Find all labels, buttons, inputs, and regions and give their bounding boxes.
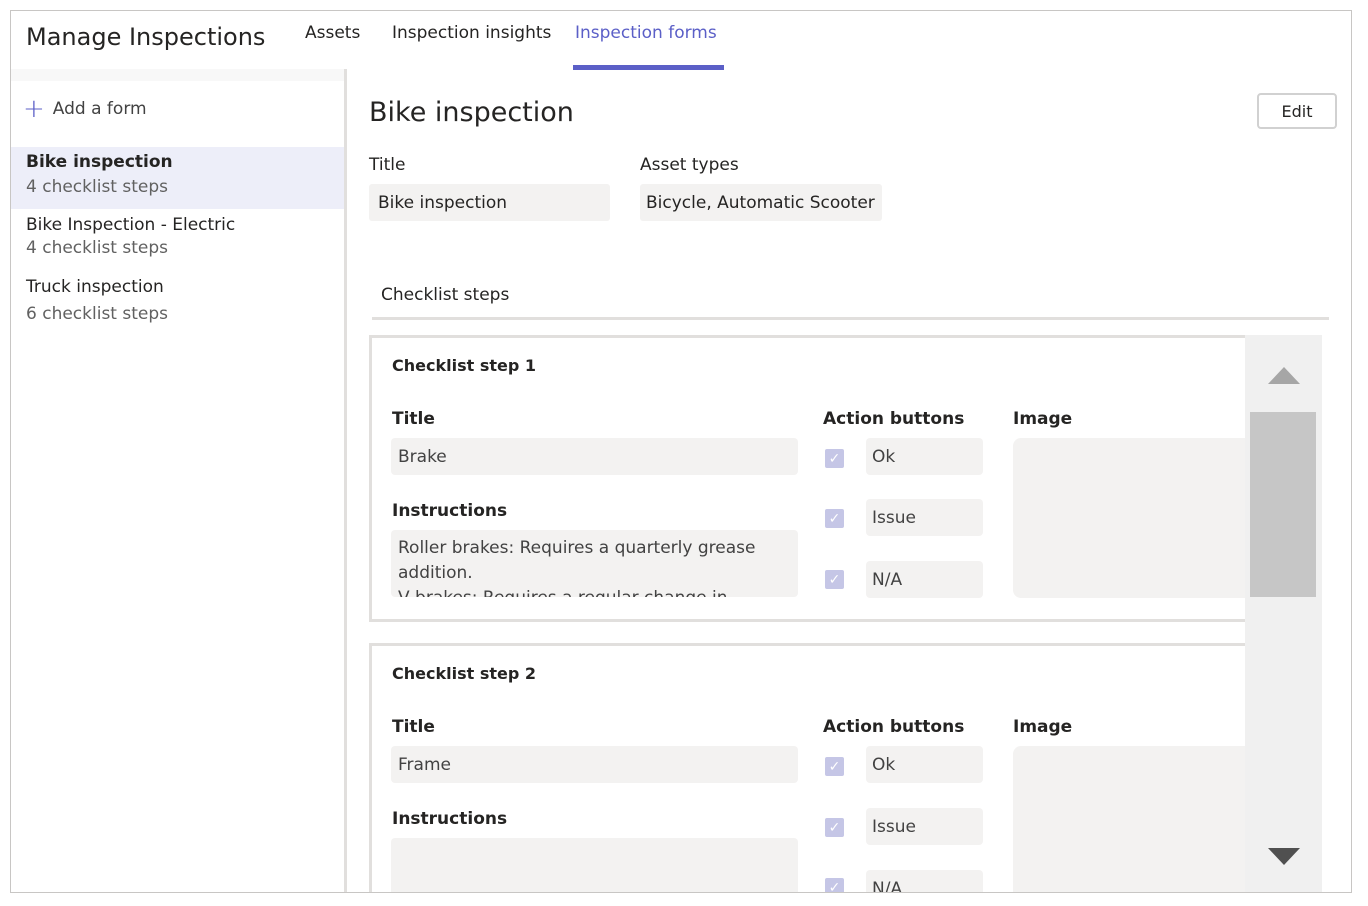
form-step-count: 6 checklist steps: [26, 304, 168, 324]
form-title-field: Bike inspection: [369, 184, 610, 221]
tab-inspection-insights[interactable]: Inspection insights: [392, 23, 551, 43]
tab-inspection-forms[interactable]: Inspection forms: [575, 23, 717, 43]
checkmark-icon[interactable]: ✓: [825, 509, 844, 528]
image-upload-area[interactable]: [1013, 746, 1256, 892]
action-button-ok: Ok: [866, 746, 983, 783]
action-button-ok: Ok: [866, 438, 983, 475]
asset-types-label: Asset types: [640, 155, 739, 175]
checkmark-icon[interactable]: ✓: [825, 449, 844, 468]
title-label: Title: [369, 155, 406, 175]
image-label: Image: [1013, 717, 1073, 737]
action-buttons-label: Action buttons: [823, 717, 965, 737]
checklist-step-card: Checklist step 1 Title Brake Instruction…: [369, 335, 1256, 622]
add-form-label: Add a form: [52, 99, 147, 119]
step-heading: Checklist step 2: [392, 664, 536, 683]
instructions-field: Roller brakes: Requires a quarterly grea…: [391, 530, 798, 597]
form-name: Truck inspection: [26, 277, 164, 297]
form-list-item-bike-inspection-electric[interactable]: Bike Inspection - Electric 4 checklist s…: [11, 215, 344, 271]
action-button-na: N/A: [866, 561, 983, 598]
step-heading: Checklist step 1: [392, 356, 536, 375]
checkmark-icon[interactable]: ✓: [825, 878, 844, 892]
step-title-label: Title: [392, 717, 435, 737]
form-step-count: 4 checklist steps: [26, 177, 168, 197]
form-title-heading: Bike inspection: [369, 97, 574, 128]
form-list-item-bike-inspection[interactable]: Bike inspection 4 checklist steps: [11, 147, 344, 209]
checkmark-icon[interactable]: ✓: [825, 818, 844, 837]
triangle-down-icon[interactable]: [1268, 848, 1300, 865]
action-button-issue: Issue: [866, 808, 983, 845]
app-window: Manage Inspections Assets Inspection ins…: [10, 10, 1352, 893]
step-title-label: Title: [392, 409, 435, 429]
form-name: Bike Inspection - Electric: [26, 215, 236, 235]
add-form-button[interactable]: + Add a form: [23, 94, 147, 124]
plus-icon: +: [23, 94, 45, 124]
asset-types-field: Bicycle, Automatic Scooter: [640, 184, 882, 221]
instructions-field: [391, 838, 798, 892]
checkmark-icon[interactable]: ✓: [825, 757, 844, 776]
sidebar-top-strip: [11, 69, 345, 81]
image-upload-area[interactable]: [1013, 438, 1256, 598]
step-title-field: Brake: [391, 438, 798, 475]
sidebar-divider: [344, 69, 347, 892]
active-tab-indicator: [573, 65, 724, 70]
step-title-field: Frame: [391, 746, 798, 783]
form-name: Bike inspection: [26, 152, 173, 172]
checklist-steps-heading: Checklist steps: [381, 285, 510, 305]
form-step-count: 4 checklist steps: [26, 238, 168, 258]
instructions-label: Instructions: [392, 501, 508, 521]
checkmark-icon[interactable]: ✓: [825, 570, 844, 589]
scrollbar-thumb[interactable]: [1250, 412, 1316, 597]
action-button-na: N/A: [866, 870, 983, 892]
instructions-label: Instructions: [392, 809, 508, 829]
action-buttons-label: Action buttons: [823, 409, 965, 429]
checklist-step-card: Checklist step 2 Title Frame Instruction…: [369, 643, 1256, 892]
checklist-steps-divider: [372, 317, 1329, 320]
vertical-scrollbar[interactable]: [1245, 335, 1322, 892]
form-list-item-truck-inspection[interactable]: Truck inspection 6 checklist steps: [11, 277, 344, 337]
edit-button[interactable]: Edit: [1257, 93, 1337, 129]
action-button-issue: Issue: [866, 499, 983, 536]
app-title: Manage Inspections: [26, 23, 266, 51]
triangle-up-icon[interactable]: [1268, 367, 1300, 384]
tab-assets[interactable]: Assets: [305, 23, 360, 43]
image-label: Image: [1013, 409, 1073, 429]
